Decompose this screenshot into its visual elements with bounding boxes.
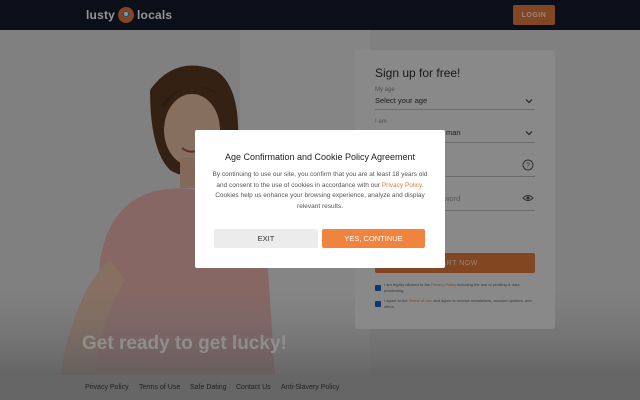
yes-continue-button[interactable]: YES, CONTINUE [322,229,425,248]
modal-body-text: By continuing to use our site, you confi… [212,171,428,210]
modal-title: Age Confirmation and Cookie Policy Agree… [224,152,416,162]
exit-button[interactable]: EXIT [214,229,318,248]
modal-privacy-policy-link[interactable]: Privacy Policy [382,182,422,189]
age-cookie-modal: Age Confirmation and Cookie Policy Agree… [195,130,445,268]
